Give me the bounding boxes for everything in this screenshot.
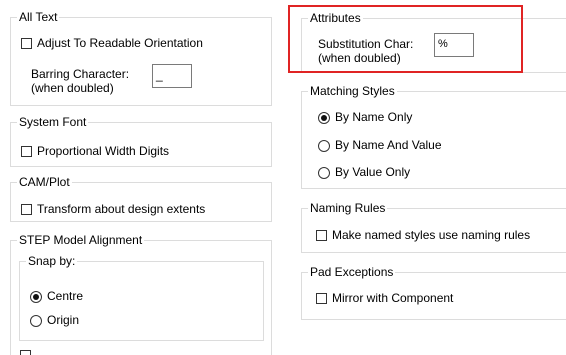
step-alignment-group: STEP Model Alignment Snap by: Centre Ori… — [10, 233, 272, 355]
system-font-title: System Font — [17, 115, 89, 130]
mirror-component-checkbox[interactable] — [316, 293, 327, 304]
by-name-and-value-label: By Name And Value — [335, 138, 442, 152]
naming-rules-group: Naming Rules Make named styles use namin… — [301, 201, 566, 253]
transform-extents-label: Transform about design extents — [37, 202, 206, 216]
cam-plot-group: CAM/Plot Transform about design extents — [10, 175, 272, 222]
adjust-readable-checkbox[interactable] — [21, 38, 32, 49]
pad-exceptions-title: Pad Exceptions — [308, 265, 396, 280]
mirror-component-label: Mirror with Component — [332, 291, 454, 305]
snap-origin-radio[interactable] — [30, 314, 42, 327]
transform-extents-checkbox[interactable] — [21, 204, 32, 215]
proportional-digits-label: Proportional Width Digits — [37, 144, 170, 158]
barring-char-label: Barring Character: (when doubled) — [31, 67, 129, 95]
adjust-readable-checkbox-row[interactable]: Adjust To Readable Orientation — [21, 36, 203, 51]
by-name-and-value-radio[interactable] — [318, 139, 330, 152]
snap-origin-label: Origin — [47, 313, 80, 327]
mirror-component-row[interactable]: Mirror with Component — [316, 291, 453, 306]
make-named-styles-row[interactable]: Make named styles use naming rules — [316, 228, 530, 243]
cam-plot-title: CAM/Plot — [17, 175, 72, 190]
proportional-digits-row[interactable]: Proportional Width Digits — [21, 144, 169, 159]
by-value-only-row[interactable]: By Value Only — [318, 165, 410, 180]
all-text-group: All Text Adjust To Readable Orientation … — [10, 10, 272, 106]
snap-origin-row[interactable]: Origin — [30, 313, 79, 328]
snap-by-group: Snap by: Centre Origin — [19, 254, 264, 341]
attributes-highlight — [288, 5, 523, 73]
step-alignment-title: STEP Model Alignment — [17, 233, 145, 248]
all-text-title: All Text — [17, 10, 60, 25]
make-named-styles-label: Make named styles use naming rules — [332, 228, 531, 242]
adjust-readable-label: Adjust To Readable Orientation — [37, 36, 203, 50]
naming-rules-title: Naming Rules — [308, 201, 388, 216]
proportional-digits-checkbox[interactable] — [21, 146, 32, 157]
barring-char-input[interactable]: _ — [152, 64, 192, 88]
snap-centre-radio[interactable] — [30, 290, 42, 303]
by-name-only-row[interactable]: By Name Only — [318, 110, 412, 125]
by-name-and-value-row[interactable]: By Name And Value — [318, 138, 442, 153]
by-value-only-label: By Value Only — [335, 165, 411, 179]
make-named-styles-checkbox[interactable] — [316, 230, 327, 241]
by-value-only-radio[interactable] — [318, 166, 330, 179]
snap-centre-label: Centre — [47, 289, 84, 303]
snap-by-title: Snap by: — [26, 254, 78, 269]
transform-extents-row[interactable]: Transform about design extents — [21, 202, 205, 217]
by-name-only-label: By Name Only — [335, 110, 413, 124]
pad-exceptions-group: Pad Exceptions Mirror with Component — [301, 265, 566, 320]
by-name-only-radio[interactable] — [318, 111, 330, 124]
matching-styles-group: Matching Styles By Name Only By Name And… — [301, 84, 566, 189]
snap-centre-row[interactable]: Centre — [30, 289, 83, 304]
barring-char-label-line1: Barring Character: — [31, 67, 130, 81]
cut-off-checkbox[interactable] — [20, 350, 31, 355]
barring-char-label-line2: (when doubled) — [31, 81, 114, 95]
matching-styles-title: Matching Styles — [308, 84, 397, 99]
system-font-group: System Font Proportional Width Digits — [10, 115, 272, 167]
